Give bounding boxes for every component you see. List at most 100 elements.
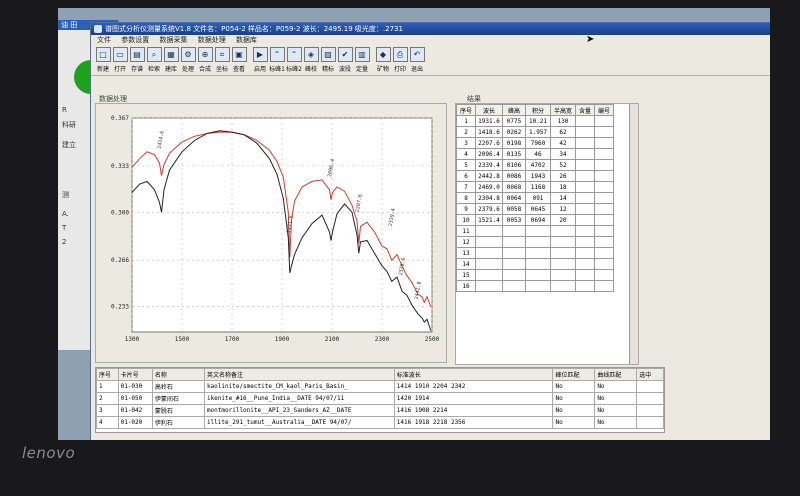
match-header-cell[interactable]: 峰位匹配	[552, 368, 596, 381]
match-header-cell[interactable]: 标准波长	[393, 368, 554, 381]
toolbar-button-0[interactable]: □ 新建	[95, 45, 111, 75]
table-cell[interactable]	[636, 416, 664, 429]
result-header-cell[interactable]: 半高宽	[550, 104, 576, 116]
toolbar-button-10[interactable]: ⌃ 标峰1	[269, 45, 285, 75]
y-tick-label: 0.266	[111, 257, 129, 264]
match-header-cell[interactable]: 英文名称备注	[203, 368, 395, 381]
toolbar-button-11[interactable]: ⌃ 标峰2	[286, 45, 302, 75]
table-cell	[594, 181, 614, 193]
table-cell: 46	[525, 148, 551, 160]
table-cell: 3	[456, 137, 476, 149]
table-row[interactable]: 2 01-050 伊蒙间石 ikenite_#16__Pune_India__DATE…	[96, 392, 664, 405]
match-header-cell[interactable]: 选中	[636, 368, 664, 381]
table-row[interactable]: 13	[456, 247, 614, 259]
toolbar-button-label: 标峰1	[269, 66, 285, 73]
result-header-cell[interactable]: 编号	[594, 104, 614, 116]
toolbar-button-label: 检索	[147, 66, 160, 73]
table-cell: 3	[96, 404, 119, 417]
table-row[interactable]: 4 01-020 伊利石 illite_291_tumut__Australia__D…	[96, 416, 664, 429]
spectrum-chart[interactable]: 0.367 0.333 0.300 0.266 0.233 1300 1500 1700 190…	[96, 104, 446, 362]
table-row[interactable]: 3 2207.6 0198 7960 42	[456, 137, 614, 149]
toolbar-button-15[interactable]: ▥ 定量	[354, 45, 370, 75]
table-cell	[594, 214, 614, 226]
menu-bar: 文件 参数设置 数据采集 数据处理 数据库	[91, 35, 770, 45]
table-row[interactable]: 1 01-030 高岭石 kaolinite/smectite_CM_kaol_Par…	[96, 380, 664, 393]
match-header-cell[interactable]: 卡片号	[117, 368, 153, 381]
y-tick-label: 0.300	[111, 209, 129, 216]
table-cell	[575, 115, 595, 127]
result-header-cell[interactable]: 积分	[525, 104, 551, 116]
table-cell: 1.957	[525, 126, 551, 138]
search-icon: ⌕	[146, 47, 162, 62]
toolbar-button-1[interactable]: ▭ 打开	[112, 45, 128, 75]
toolbar-button-13[interactable]: ▨ 精标	[320, 45, 336, 75]
table-cell: 2304.8	[475, 192, 503, 204]
bg-label-2: 科研	[62, 121, 76, 129]
table-row[interactable]: 3 01-042 蒙脱石 montmorillonite__API_23_Sander…	[96, 404, 664, 417]
table-row[interactable]: 12	[456, 236, 614, 248]
table-cell: 20	[550, 214, 576, 226]
match-table-panel: 序号 卡片号 名称 英文名称备注 标准波长 峰位匹配 曲线匹配 选中 1 01-030 高岭石 kao…	[95, 367, 665, 433]
toolbar-button-label: 启用	[253, 66, 266, 73]
table-row[interactable]: 11	[456, 225, 614, 237]
match-header-cell[interactable]: 序号	[96, 368, 119, 381]
table-cell	[502, 236, 526, 248]
result-header-cell[interactable]: 含量	[575, 104, 595, 116]
toolbar-button-4[interactable]: ▦ 建库	[163, 45, 179, 75]
toolbar-button-label: 新建	[96, 66, 109, 73]
table-row[interactable]: 5 2339.4 0106 4702 52	[456, 159, 614, 171]
table-row[interactable]: 2 1418.6 0262 1.957 62	[456, 126, 614, 138]
table-cell	[594, 225, 614, 237]
table-cell[interactable]	[636, 380, 664, 393]
toolbar-button-16[interactable]: ◆ 矿物	[375, 45, 391, 75]
result-header-cell[interactable]: 波长	[475, 104, 503, 116]
result-header-cell[interactable]: 序号	[456, 104, 476, 116]
toolbar-button-3[interactable]: ⌕ 检索	[146, 45, 162, 75]
match-header-cell[interactable]: 曲线匹配	[594, 368, 638, 381]
table-cell[interactable]	[636, 392, 664, 405]
toolbar-button-5[interactable]: ⚙ 处理	[180, 45, 196, 75]
table-row[interactable]: 10 1521.4 0053 0694 20	[456, 214, 614, 226]
toolbar-button-18[interactable]: ↶ 退出	[409, 45, 425, 75]
table-row[interactable]: 14	[456, 258, 614, 270]
match-header-cell[interactable]: 名称	[151, 368, 205, 381]
table-cell: 1521.4	[475, 214, 503, 226]
bg-label-3[interactable]: 建立	[62, 140, 76, 150]
toolbar-button-17[interactable]: ⎙ 打印	[392, 45, 408, 75]
menu-file[interactable]: 文件	[97, 36, 111, 44]
spectrum-graph-panel: 0.367 0.333 0.300 0.266 0.233 1300 1500 1700 190…	[95, 103, 447, 363]
menu-settings[interactable]: 参数设置	[121, 36, 149, 44]
table-row[interactable]: 8 2304.8 0064 091 14	[456, 192, 614, 204]
toolbar-button-7[interactable]: ⌗ 坐标	[214, 45, 230, 75]
toolbar-button-14[interactable]: ✔ 波段	[337, 45, 353, 75]
result-scrollbar[interactable]	[629, 104, 638, 364]
table-row[interactable]: 4 2096.4 0135 46 34	[456, 148, 614, 160]
menu-process[interactable]: 数据处理	[198, 36, 226, 44]
menu-database[interactable]: 数据库	[236, 36, 257, 44]
result-header-cell[interactable]: 峰高	[502, 104, 526, 116]
toolbar-button-9[interactable]: ▶ 启用	[252, 45, 268, 75]
app-title-bar[interactable]: 谱图式分析仪测量系统V1.8 文件名：P054-2 样品名：P059-2 波长：…	[91, 23, 770, 35]
table-row[interactable]: 9 2379.6 0058 0645 12	[456, 203, 614, 215]
table-cell[interactable]	[636, 404, 664, 417]
table-cell: 52	[550, 159, 576, 171]
toolbar-button-6[interactable]: ⊕ 合成	[197, 45, 213, 75]
table-cell: 0053	[502, 214, 526, 226]
match-table: 序号 卡片号 名称 英文名称备注 标准波长 峰位匹配 曲线匹配 选中 1 01-030 高岭石 kao…	[96, 368, 664, 429]
toolbar-button-12[interactable]: ◈ 峰校	[303, 45, 319, 75]
table-cell: 0068	[502, 181, 526, 193]
table-row[interactable]: 7 2469.0 0068 1168 18	[456, 181, 614, 193]
table-cell	[594, 258, 614, 270]
result-table-panel: 序号 波长 峰高 积分 半高宽 含量 编号 1 1931.6 0775 10.21 130 2 1418.…	[455, 103, 639, 365]
toolbar-button-8[interactable]: ▣ 查看	[231, 45, 247, 75]
table-cell: 7	[456, 181, 476, 193]
table-row[interactable]: 6 2442.8 0086 1943 26	[456, 170, 614, 182]
toolbar-button-2[interactable]: ▤ 存谱	[129, 45, 145, 75]
table-row[interactable]: 1 1931.6 0775 10.21 130	[456, 115, 614, 127]
menu-acquire[interactable]: 数据采集	[159, 36, 187, 44]
bg-label-1: R	[62, 106, 67, 114]
table-row[interactable]: 15	[456, 269, 614, 281]
table-cell: 2469.0	[475, 181, 503, 193]
table-cell	[594, 203, 614, 215]
table-row[interactable]: 16	[456, 280, 614, 292]
